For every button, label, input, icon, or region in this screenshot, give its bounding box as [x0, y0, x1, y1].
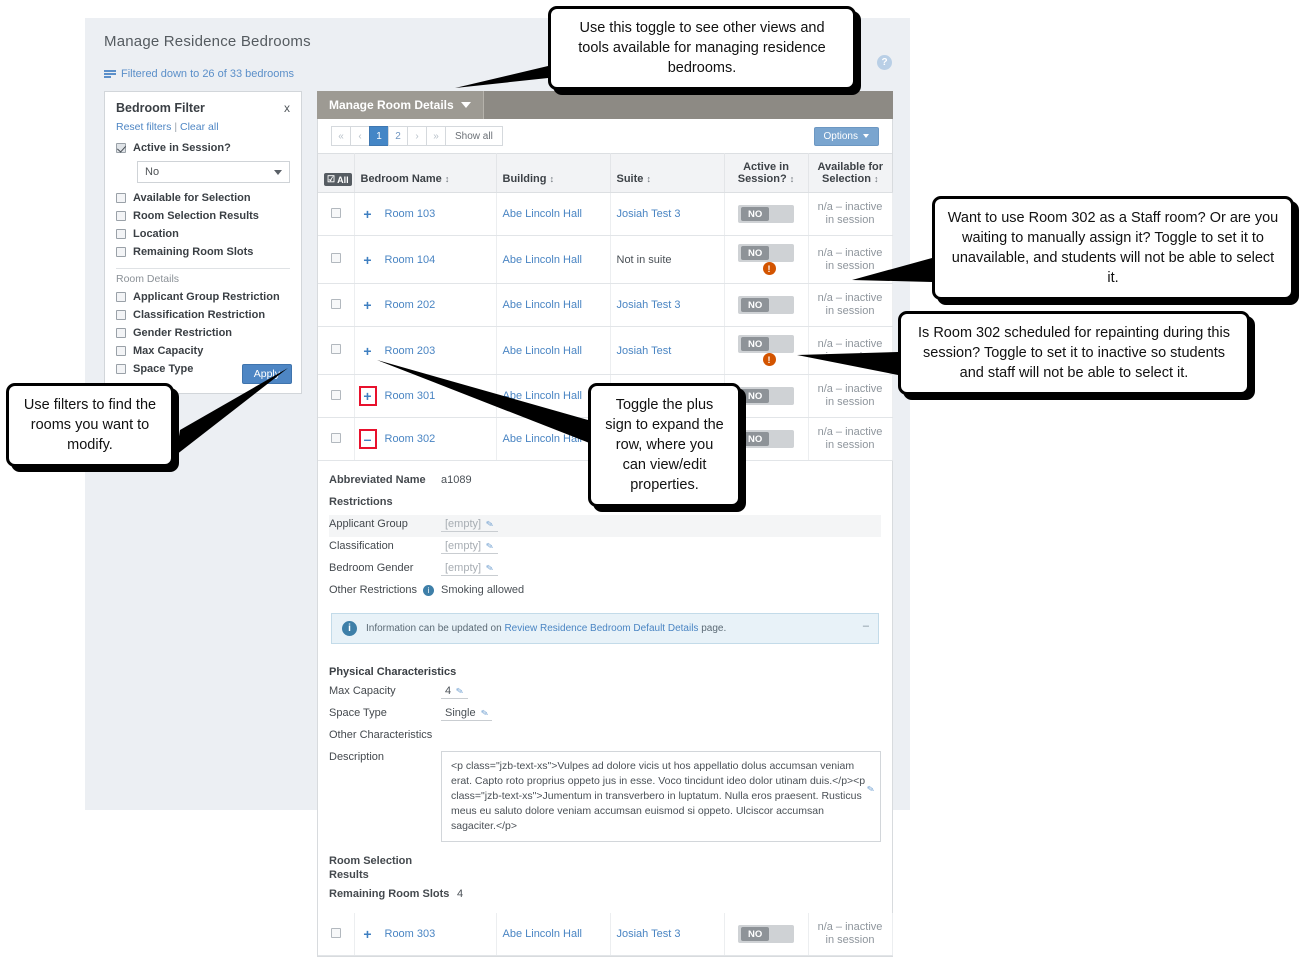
bedroom-name-cell: + Room 303	[354, 913, 497, 956]
callout-repainting: Is Room 302 scheduled for repainting dur…	[898, 311, 1250, 395]
building-cell: Abe Lincoln Hall	[496, 913, 611, 956]
callout-expand-row: Toggle the plus sign to expand the row, …	[588, 383, 741, 507]
callout-staff-room: Want to use Room 302 as a Staff room? Or…	[932, 196, 1294, 300]
building-link[interactable]: Abe Lincoln Hall	[503, 928, 583, 940]
callout-text: Use filters to find the rooms you want t…	[23, 397, 157, 453]
section-header: Room Selection Results	[329, 855, 413, 881]
bedrooms-table-continued: + Room 303 Abe Lincoln Hall Josiah Test …	[318, 913, 893, 956]
room-selection-results-header: Room Selection Results	[329, 845, 881, 885]
detail-value: 4	[457, 888, 464, 900]
callout-text: Want to use Room 302 as a Staff room? Or…	[947, 210, 1279, 286]
toggle-label: NO	[741, 927, 770, 941]
callout-tail-repainting	[797, 352, 898, 375]
callout-tail-toggle-views	[455, 66, 548, 88]
bedroom-name-link[interactable]: Room 303	[385, 928, 436, 940]
active-in-session-cell: NO	[724, 913, 809, 956]
callout-text: Is Room 302 scheduled for repainting dur…	[918, 325, 1230, 381]
callout-tail-staff-room	[852, 258, 932, 282]
table-body-continued: + Room 303 Abe Lincoln Hall Josiah Test …	[318, 913, 893, 956]
callout-use-filters: Use filters to find the rooms you want t…	[6, 383, 174, 467]
callout-tail-use-filters	[176, 368, 288, 455]
callout-tail-expand-row	[377, 360, 592, 444]
table-row[interactable]: + Room 303 Abe Lincoln Hall Josiah Test …	[318, 913, 893, 956]
available-for-selection-cell: n/a – inactive in session	[808, 913, 893, 956]
checkbox-icon[interactable]	[330, 927, 341, 938]
suite-link[interactable]: Josiah Test 3	[617, 928, 681, 940]
detail-remaining-room-slots: Remaining Room Slots 4	[329, 885, 881, 907]
row-select-cell[interactable]	[318, 913, 355, 956]
suite-cell: Josiah Test 3	[610, 913, 725, 956]
active-in-session-toggle[interactable]: NO	[738, 925, 794, 943]
callout-toggle-views: Use this toggle to see other views and t…	[548, 6, 856, 90]
callout-text: Use this toggle to see other views and t…	[578, 20, 826, 76]
expand-row-icon[interactable]: +	[361, 926, 375, 942]
detail-label: Remaining Room Slots	[329, 888, 450, 900]
callout-text: Toggle the plus sign to expand the row, …	[605, 397, 724, 493]
